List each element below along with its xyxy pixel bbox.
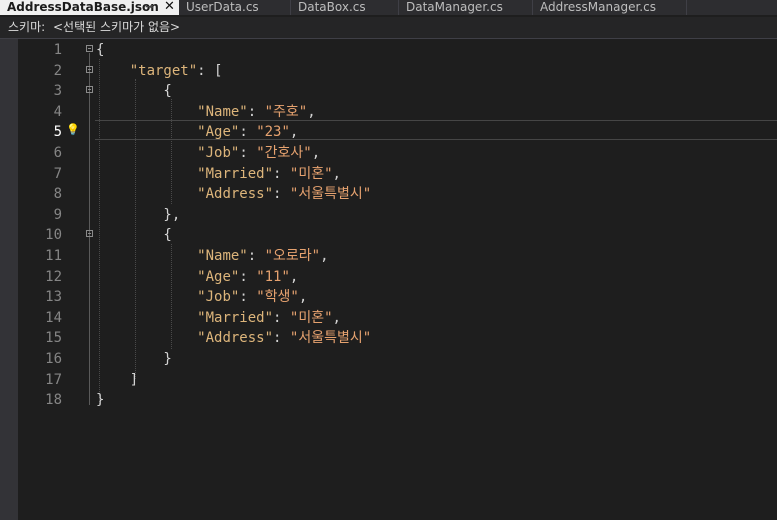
code-line[interactable]: 2 "target": [ [18,61,777,81]
code-line[interactable]: 13 "Job": "학생", [18,287,777,307]
code-text: } [96,351,172,367]
collapse-icon[interactable] [86,45,93,52]
code-line[interactable]: 4 "Name": "주호", [18,102,777,122]
collapse-icon[interactable] [86,65,93,73]
close-icon[interactable]: ✕ [164,0,175,14]
code-text: "Name": "주호", [197,103,316,120]
code-line[interactable]: 7 "Married": "미혼", [18,164,777,184]
line-number: 4 [53,103,62,120]
code-text: "Married": "미혼", [197,165,341,182]
tab-label: DataManager.cs [406,0,503,14]
line-number: 17 [45,371,62,388]
tab-label: DataBox.cs [298,0,366,14]
line-number: 10 [45,227,62,244]
line-number: 18 [45,392,62,409]
collapse-icon[interactable] [86,230,93,238]
code-text: "Address": "서울특별시" [197,330,372,347]
tab-addressdatabase-json[interactable]: AddressDataBase.json ⊸ ✕ [0,0,184,15]
code-text: "Name": "오로라", [197,248,329,264]
code-line[interactable]: 8 "Address": "서울특별시" [18,184,777,204]
line-number: 6 [53,145,62,161]
collapse-icon[interactable] [86,86,93,94]
code-text: "Age": "11", [197,268,299,285]
line-number: 13 [45,289,62,306]
line-number: 9 [53,206,62,223]
code-text: "Married": "미혼", [197,309,341,326]
document-tab-strip: AddressDataBase.json ⊸ ✕ UserData.cs Dat… [0,0,777,15]
code-text: "Job": "간호사", [197,145,321,161]
line-number: 12 [45,268,62,285]
code-text: "Address": "서울특별시" [197,186,372,203]
tab-datamanager-cs[interactable]: DataManager.cs [399,0,533,15]
code-text: } [96,392,105,409]
code-line[interactable]: 6 "Job": "간호사", [18,143,777,163]
tab-label: AddressDataBase.json [7,0,159,14]
code-line[interactable]: 3 { [18,81,777,101]
code-line[interactable]: 16 } [18,349,777,369]
code-line[interactable]: 15 "Address": "서울특별시" [18,328,777,348]
code-text: ] [96,371,139,388]
code-text: { [96,83,172,100]
line-number: 8 [53,186,62,203]
schema-label: 스키마: [8,20,46,34]
tab-databox-cs[interactable]: DataBox.cs [291,0,399,15]
line-number: 16 [45,351,62,367]
line-number: 1 [53,42,62,58]
tab-label: AddressManager.cs [540,0,656,14]
tab-addressmanager-cs[interactable]: AddressManager.cs [533,0,687,15]
line-number: 15 [45,330,62,347]
code-line[interactable]: 9 }, [18,205,777,225]
tab-label: UserData.cs [186,0,259,14]
code-line[interactable]: 10 { [18,225,777,245]
code-text: "Age": "23", [197,124,299,141]
code-line[interactable]: 12 "Age": "11", [18,267,777,287]
code-text: "target": [ [129,62,223,79]
line-number: 2 [53,62,62,79]
code-text: "Job": "학생", [197,289,308,306]
line-number: 14 [45,309,62,326]
code-editor[interactable]: 💡 1{2 "target": [3 {4 "Name": "주호", 5 "Ag… [18,39,777,520]
line-number: 7 [53,165,62,182]
code-line[interactable]: 18} [18,390,777,410]
code-text: }, [96,206,181,223]
code-text: { [96,42,105,58]
line-number: 5 [53,124,62,141]
code-line[interactable]: 17 ] [18,370,777,390]
code-line[interactable]: 5 "Age": "23", [18,122,777,142]
code-line[interactable]: 1{ [18,40,777,60]
line-number: 3 [53,83,62,100]
schema-selector[interactable]: <선택된 스키마가 없음> [53,17,180,38]
line-number: 11 [45,248,62,264]
code-line[interactable]: 14 "Married": "미혼", [18,308,777,328]
pin-icon[interactable]: ⊸ [145,0,154,14]
editor-left-margin [0,39,18,520]
tab-userdata-cs[interactable]: UserData.cs [179,0,291,15]
code-text: { [96,227,172,244]
code-line[interactable]: 11 "Name": "오로라", [18,246,777,266]
schema-bar: 스키마: <선택된 스키마가 없음> [0,17,777,39]
